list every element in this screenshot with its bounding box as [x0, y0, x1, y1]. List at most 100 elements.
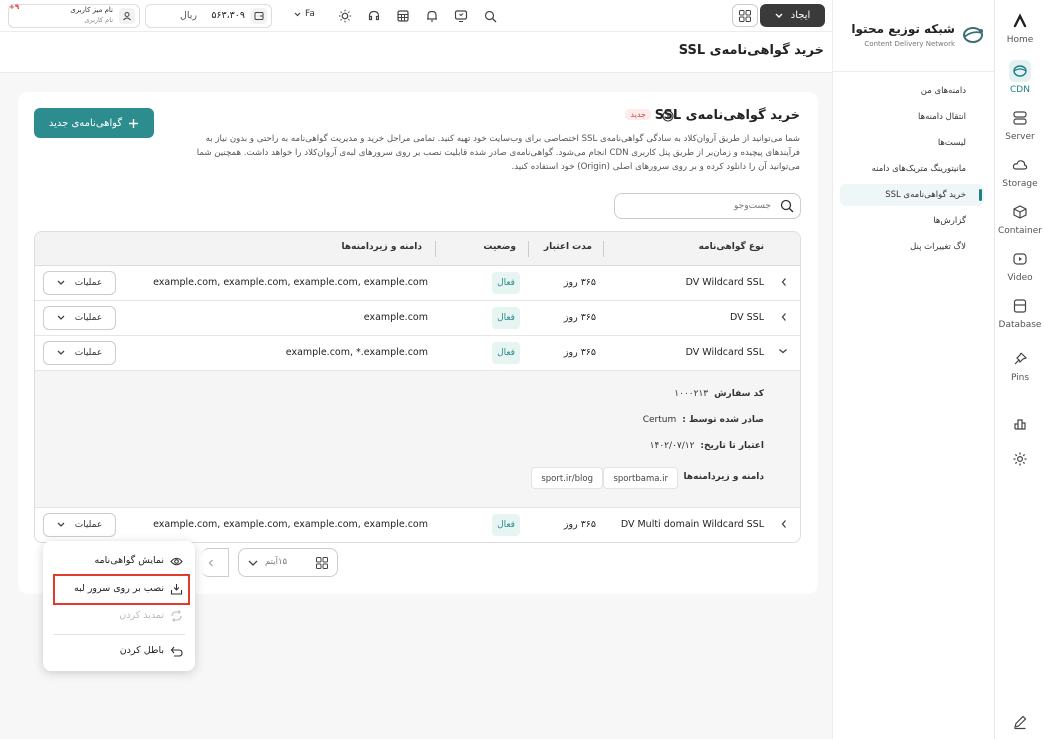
chevron-left-icon[interactable]	[780, 277, 788, 287]
issuer-label: صادر شده توسط :	[682, 415, 764, 425]
new-badge: جدید	[625, 109, 651, 120]
sidebar-item-changelog[interactable]: لاگ تغییرات پنل	[840, 236, 984, 258]
header-domains: دامنه و زیردامنه‌ها	[341, 242, 422, 252]
monitor-icon[interactable]	[452, 7, 470, 25]
rail-label: Home	[1006, 35, 1034, 45]
chevron-down-icon	[248, 560, 258, 566]
page-title: خرید گواهی‌نامه‌ی SSL	[678, 43, 824, 58]
operations-button[interactable]: عملیات	[43, 513, 116, 537]
search-icon[interactable]	[481, 7, 499, 25]
plus-icon	[129, 118, 139, 128]
chevron-down-icon	[57, 280, 65, 285]
table-row[interactable]: DV Multi domain Wildcard SSL ۳۶۵ روز فعا…	[35, 508, 800, 542]
certificates-table: نوع گواهی‌نامه مدت اعتبار وضعیت دامنه و …	[34, 231, 801, 543]
rail-item-settings[interactable]	[995, 448, 1044, 473]
menu-item-revoke[interactable]: باطل کردن	[120, 641, 183, 661]
chevron-down-icon	[775, 13, 783, 18]
wallet-icon	[251, 8, 267, 24]
sidebar-item-reports[interactable]: گزارش‌ها	[840, 210, 984, 232]
apps-grid-button[interactable]	[732, 4, 758, 27]
wallet-balance[interactable]: ۵۶۳،۳۰۹ ریال	[145, 4, 272, 28]
new-certificate-label: گواهی‌نامه‌ی جدید	[48, 117, 123, 129]
create-button[interactable]: ایجاد	[760, 4, 825, 27]
search-input[interactable]	[621, 198, 771, 214]
user-icon	[119, 8, 135, 24]
renew-icon	[171, 610, 182, 622]
calculator-icon[interactable]	[394, 7, 412, 25]
cert-domains: example.com, *.example.com	[285, 347, 428, 358]
rail-item-home[interactable]: Home	[995, 10, 1044, 45]
operations-button[interactable]: عملیات	[43, 271, 116, 295]
per-page-select[interactable]: ۱۵آیتم	[238, 548, 338, 577]
operations-button[interactable]: عملیات	[43, 306, 116, 330]
valid-until: اعتبار تا تاریخ: ۱۴۰۲/۰۷/۱۲	[650, 441, 764, 451]
pencil-icon	[1009, 711, 1031, 733]
chevron-down-icon	[294, 12, 301, 16]
chevron-down-icon	[57, 350, 65, 355]
sidebar-item-lists[interactable]: لیست‌ها	[840, 132, 984, 154]
headset-icon[interactable]	[365, 7, 383, 25]
cdn-logo-icon	[961, 24, 985, 46]
operations-label: عملیات	[74, 348, 103, 358]
chevron-left-icon[interactable]	[780, 519, 788, 529]
detail-domains-label: دامنه و زیردامنه‌ها	[678, 472, 764, 482]
cert-period: ۳۶۵ روز	[563, 277, 596, 288]
rail-item-database[interactable]: Database	[995, 295, 1044, 330]
container-icon	[1009, 201, 1031, 223]
top-header: ایجاد Fa ۵۶۳،۳۰۹ ریال نام میز کاربری نام…	[0, 0, 832, 32]
rail-item-server[interactable]: Server	[995, 107, 1044, 142]
page-title-bar: خرید گواهی‌نامه‌ی SSL	[0, 32, 832, 73]
sun-icon[interactable]	[336, 7, 354, 25]
sidebar-item-ssl[interactable]: خرید گواهی‌نامه‌ی SSL	[840, 184, 984, 206]
table-row[interactable]: DV SSL ۳۶۵ روز فعال example.com عملیات	[35, 301, 800, 336]
rail-item-storage[interactable]: Storage	[995, 154, 1044, 189]
cert-type: DV Wildcard SSL	[685, 277, 764, 288]
operations-menu: نمایش گواهی‌نامه نصب بر روی سرور لبه تمد…	[43, 541, 195, 671]
detail-domains-text: دامنه و زیردامنه‌ها	[683, 472, 764, 482]
rail-item-analytics[interactable]	[995, 413, 1044, 438]
valid-until-value: ۱۴۰۲/۰۷/۱۲	[649, 441, 695, 451]
status-badge: فعال	[492, 272, 520, 294]
video-icon	[1009, 248, 1031, 270]
rail-item-cdn[interactable]: CDN	[995, 60, 1044, 95]
issuer: صادر شده توسط : Certum	[643, 415, 764, 425]
search-box[interactable]	[614, 193, 801, 219]
operations-label: عملیات	[74, 278, 103, 288]
chevron-left-icon[interactable]	[780, 312, 788, 322]
operations-button[interactable]: عملیات	[43, 341, 116, 365]
chevron-down-icon[interactable]	[778, 347, 788, 355]
sidebar-item-my-domains[interactable]: دامنه‌های من	[840, 80, 984, 102]
operations-label: عملیات	[74, 520, 103, 530]
search-icon	[780, 199, 794, 213]
valid-until-label: اعتبار تا تاریخ:	[700, 441, 764, 451]
pagination-prev-button[interactable]	[201, 548, 229, 577]
brand-subtitle: Content Delivery Network	[864, 40, 955, 48]
sidebar-item-domain-transfer[interactable]: انتقال دامنه‌ها	[840, 106, 984, 128]
rail-item-edit[interactable]	[995, 711, 1044, 736]
grid-icon	[739, 9, 751, 22]
domain-tag: sport.ir/blog	[531, 467, 603, 489]
cert-period: ۳۶۵ روز	[563, 347, 596, 358]
new-certificate-button[interactable]: گواهی‌نامه‌ی جدید	[34, 108, 154, 138]
header-period: مدت اعتبار	[543, 242, 592, 252]
undo-icon	[170, 646, 183, 657]
bell-icon[interactable]	[423, 7, 441, 25]
server-icon	[1009, 107, 1031, 129]
menu-item-view-certificate[interactable]: نمایش گواهی‌نامه	[94, 551, 183, 571]
chevron-down-icon	[57, 315, 65, 320]
database-icon	[1009, 295, 1031, 317]
user-name: نام میز کاربری	[70, 6, 113, 14]
rail-item-container[interactable]: Container	[995, 201, 1044, 236]
rail-item-video[interactable]: Video	[995, 248, 1044, 283]
rail-label: Database	[998, 320, 1042, 330]
status-badge: فعال	[492, 514, 520, 536]
info-icon[interactable]	[662, 110, 674, 122]
order-code-value: ۱۰۰۰۲۱۳	[674, 389, 709, 399]
user-menu[interactable]: نام میز کاربری نام کاربری	[8, 4, 140, 28]
table-row[interactable]: DV Wildcard SSL ۳۶۵ روز فعال example.com…	[35, 266, 800, 301]
language-select[interactable]: Fa	[294, 9, 315, 19]
table-row[interactable]: DV Wildcard SSL ۳۶۵ روز فعال example.com…	[35, 336, 800, 371]
sidebar-item-monitoring[interactable]: مانیتورینگ متریک‌های دامنه	[840, 158, 984, 180]
rail-item-pins[interactable]: Pins	[995, 348, 1044, 383]
ssl-card: خرید گواهی‌نامه‌ی SSL جدید شما می‌توانید…	[18, 92, 818, 594]
